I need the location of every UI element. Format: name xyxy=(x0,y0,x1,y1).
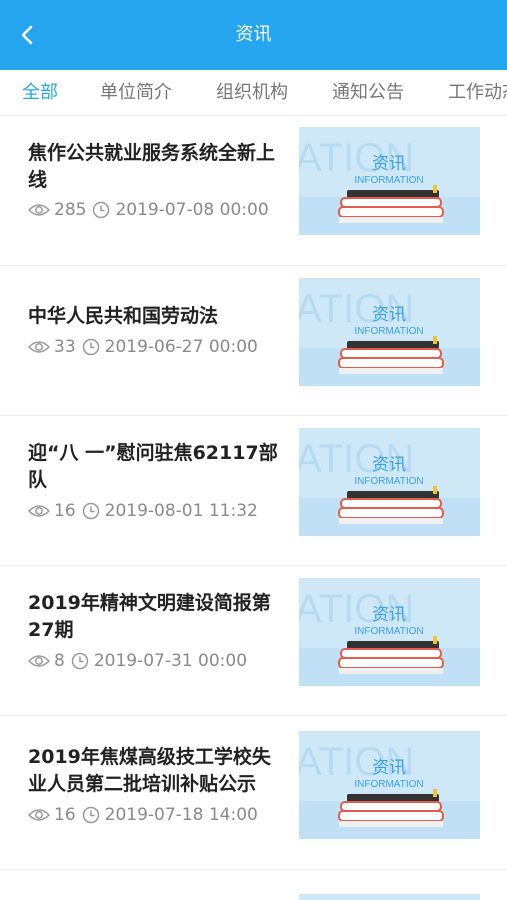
news-item[interactable]: 2019年焦煤高级技工学校失业人员第二批培训补贴公示 16 2019-07-18… xyxy=(0,716,507,870)
publish-date: 2019-07-18 14:00 xyxy=(104,805,258,825)
category-tabs: 全部 单位简介 组织机构 通知公告 工作动态 xyxy=(0,70,507,116)
tab-unit-intro[interactable]: 单位简介 xyxy=(100,80,172,106)
app-header: 资讯 xyxy=(0,0,507,70)
svg-text:INFORMATION: INFORMATION xyxy=(354,326,423,337)
publish-date: 2019-07-08 00:00 xyxy=(115,200,269,220)
publish-date: 2019-07-31 00:00 xyxy=(93,651,248,671)
eye-icon xyxy=(28,202,50,218)
news-title: 焦作公共就业服务系统全新上线 xyxy=(28,142,276,191)
clock-icon xyxy=(82,338,100,356)
view-count: 8 xyxy=(54,651,65,671)
view-count: 285 xyxy=(54,200,87,220)
page-title: 资讯 xyxy=(235,24,272,45)
news-item[interactable]: 2019年精神文明建设简报第27期 8 2019-07-31 00:00 ATI… xyxy=(0,566,507,716)
news-thumbnail: ATION 资讯 INFORMATION xyxy=(299,428,480,536)
news-meta: 16 2019-08-01 11:32 xyxy=(28,500,258,522)
news-thumbnail: ATION 资讯 INFORMATION xyxy=(299,578,480,686)
svg-text:资讯: 资讯 xyxy=(372,605,406,625)
news-item[interactable]: 焦作公共就业服务系统全新上线 285 2019-07-08 00:00 ATIO… xyxy=(0,116,507,266)
news-meta: 285 2019-07-08 00:00 xyxy=(28,199,269,221)
clock-icon xyxy=(92,201,110,219)
eye-icon xyxy=(28,807,50,823)
tab-notices[interactable]: 通知公告 xyxy=(332,80,404,106)
news-meta: 33 2019-06-27 00:00 xyxy=(28,336,258,358)
news-thumbnail xyxy=(299,894,480,900)
clock-icon xyxy=(82,502,100,520)
news-meta: 16 2019-07-18 14:00 xyxy=(28,804,258,826)
news-item[interactable]: 迎“八 一”慰问驻焦62117部队 16 2019-08-01 11:32 AT… xyxy=(0,416,507,566)
news-thumbnail: ATION 资讯 INFORMATION xyxy=(299,278,480,386)
svg-text:资讯: 资讯 xyxy=(372,758,406,778)
eye-icon xyxy=(28,503,50,519)
news-thumbnail: ATION 资讯 INFORMATION xyxy=(299,127,480,235)
news-title: 迎“八 一”慰问驻焦62117部队 xyxy=(28,442,278,491)
view-count: 16 xyxy=(54,805,76,825)
clock-icon xyxy=(71,652,89,670)
news-item-partial[interactable] xyxy=(0,870,507,900)
news-title: 2019年精神文明建设简报第27期 xyxy=(28,592,271,641)
news-meta: 8 2019-07-31 00:00 xyxy=(28,650,247,672)
view-count: 16 xyxy=(54,501,76,521)
news-title: 2019年焦煤高级技工学校失业人员第二批培训补贴公示 xyxy=(28,746,271,795)
view-count: 33 xyxy=(54,337,76,357)
svg-text:INFORMATION: INFORMATION xyxy=(354,626,423,637)
eye-icon xyxy=(28,339,50,355)
eye-icon xyxy=(28,653,50,669)
tab-all[interactable]: 全部 xyxy=(22,80,58,106)
svg-text:资讯: 资讯 xyxy=(372,455,406,475)
publish-date: 2019-06-27 00:00 xyxy=(104,337,258,357)
svg-text:INFORMATION: INFORMATION xyxy=(354,476,423,487)
news-thumbnail: ATION 资讯 INFORMATION xyxy=(299,731,480,839)
tab-organization[interactable]: 组织机构 xyxy=(216,80,288,106)
svg-text:资讯: 资讯 xyxy=(372,305,406,325)
news-title: 中华人民共和国劳动法 xyxy=(28,305,219,327)
clock-icon xyxy=(82,806,100,824)
tab-work-news[interactable]: 工作动态 xyxy=(448,80,507,106)
news-item[interactable]: 中华人民共和国劳动法 33 2019-06-27 00:00 ATION 资讯 … xyxy=(0,266,507,416)
publish-date: 2019-08-01 11:32 xyxy=(104,501,258,521)
svg-text:INFORMATION: INFORMATION xyxy=(354,175,423,186)
svg-text:资讯: 资讯 xyxy=(372,154,406,174)
svg-text:INFORMATION: INFORMATION xyxy=(354,779,423,790)
